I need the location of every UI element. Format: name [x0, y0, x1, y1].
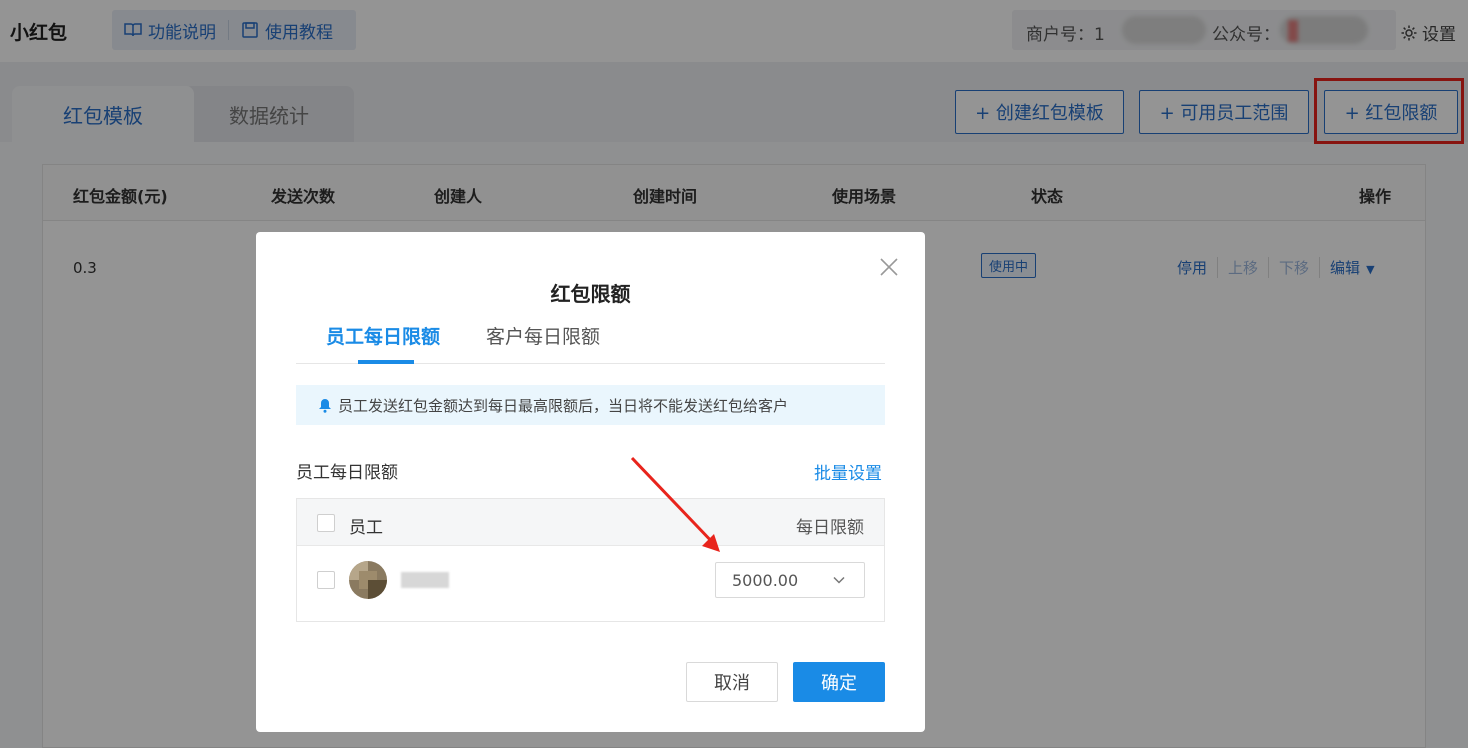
- col-daily-limit: 每日限额: [796, 518, 864, 538]
- tab-customer-daily-limit[interactable]: 客户每日限额: [486, 322, 600, 349]
- chevron-down-icon: [833, 576, 845, 584]
- bell-icon: [319, 398, 331, 413]
- modal-tabs: 员工每日限额 客户每日限额: [296, 318, 885, 364]
- section-label: 员工每日限额: [296, 463, 398, 483]
- avatar: [349, 561, 387, 599]
- redacted-employee-name: [401, 572, 449, 588]
- batch-settings-link[interactable]: 批量设置: [814, 459, 882, 484]
- notice-banner: 员工发送红包金额达到每日最高限额后，当日将不能发送红包给客户: [296, 385, 885, 425]
- row-checkbox[interactable]: [317, 571, 335, 589]
- annotation-arrow: [630, 456, 720, 552]
- modal-title: 红包限额: [550, 282, 631, 306]
- select-all-checkbox[interactable]: [317, 514, 335, 532]
- daily-limit-value: 5000.00: [732, 571, 799, 590]
- tab-ink-bar: [358, 360, 414, 364]
- cancel-button[interactable]: 取消: [686, 662, 778, 702]
- close-icon[interactable]: [878, 256, 900, 278]
- daily-limit-select[interactable]: 5000.00: [715, 562, 865, 598]
- staff-table-header: 员工 每日限额: [297, 499, 884, 546]
- staff-limit-table: 员工 每日限额 5000.00: [296, 498, 885, 622]
- notice-text: 员工发送红包金额达到每日最高限额后，当日将不能发送红包给客户: [338, 396, 789, 415]
- tab-staff-daily-limit[interactable]: 员工每日限额: [326, 322, 440, 349]
- col-employee: 员工: [349, 518, 383, 538]
- limit-modal: 红包限额 员工每日限额 客户每日限额 员工发送红包金额达到每日最高限额后，当日将…: [256, 232, 925, 732]
- confirm-button[interactable]: 确定: [793, 662, 885, 702]
